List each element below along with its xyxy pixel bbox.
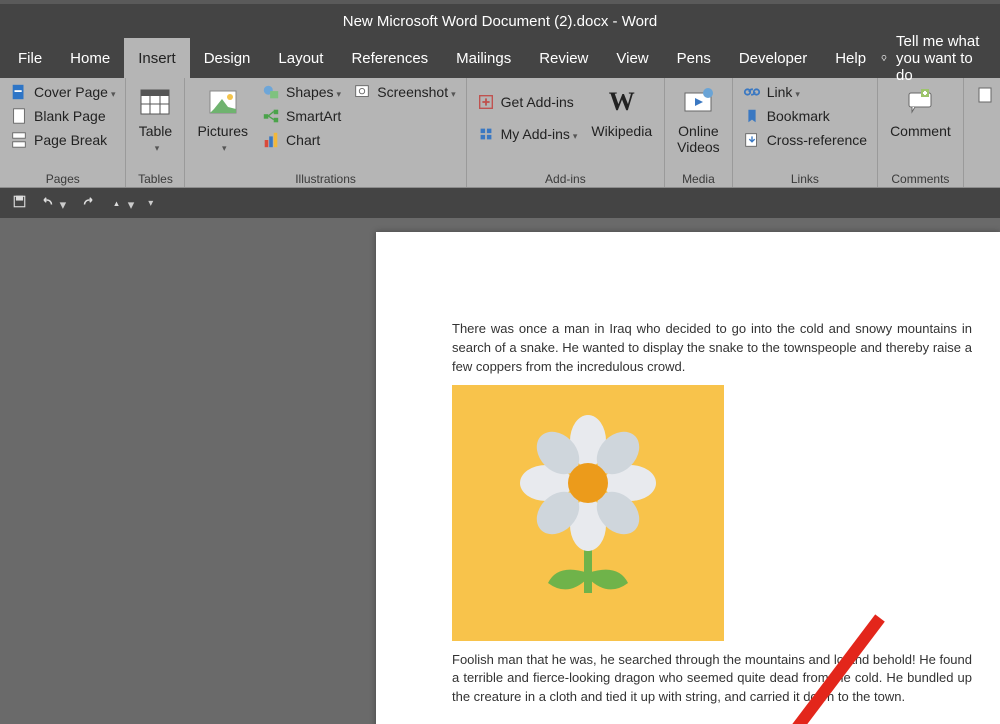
group-pages-label: Pages xyxy=(6,170,119,187)
tab-developer[interactable]: Developer xyxy=(725,38,821,78)
paragraph-1[interactable]: There was once a man in Iraq who decided… xyxy=(452,320,972,377)
group-links: Link Bookmark Cross-reference Links xyxy=(733,78,878,187)
group-pages: Cover Page Blank Page Page Break Pages xyxy=(0,78,126,187)
group-comments-label: Comments xyxy=(884,170,957,187)
tab-review[interactable]: Review xyxy=(525,38,602,78)
tab-mailings[interactable]: Mailings xyxy=(442,38,525,78)
qat-customize[interactable]: ▾ xyxy=(148,198,153,209)
group-illustrations: Pictures Shapes SmartArt Chart xyxy=(185,78,466,187)
comment-icon xyxy=(903,85,937,119)
document-title: New Microsoft Word Document (2).docx - W… xyxy=(343,13,658,30)
group-media-label: Media xyxy=(671,170,726,187)
smartart-icon xyxy=(262,107,280,125)
group-tables: Table Tables xyxy=(126,78,185,187)
shapes-icon xyxy=(262,83,280,101)
tab-design[interactable]: Design xyxy=(190,38,265,78)
undo-button[interactable]: ▾ xyxy=(41,194,66,213)
partial-button[interactable] xyxy=(970,81,1000,107)
ribbon: Cover Page Blank Page Page Break Pages T… xyxy=(0,78,1000,188)
online-videos-icon xyxy=(681,85,715,119)
tab-layout[interactable]: Layout xyxy=(264,38,337,78)
get-addins-icon xyxy=(477,93,495,111)
my-addins-button[interactable]: My Add-ins xyxy=(473,123,582,145)
group-tables-label: Tables xyxy=(132,170,178,187)
bookmark-button[interactable]: Bookmark xyxy=(739,105,871,127)
group-addins: Get Add-ins My Add-ins W Wikipedia Add-i… xyxy=(467,78,665,187)
group-comments: Comment Comments xyxy=(878,78,964,187)
paragraph-2[interactable]: Foolish man that he was, he searched thr… xyxy=(452,651,972,708)
link-icon xyxy=(743,83,761,101)
comment-button[interactable]: Comment xyxy=(884,81,957,143)
cover-page-icon xyxy=(10,83,28,101)
tab-references[interactable]: References xyxy=(337,38,442,78)
titlebar: New Microsoft Word Document (2).docx - W… xyxy=(0,0,1000,38)
pictures-icon xyxy=(206,85,240,119)
inserted-image[interactable] xyxy=(452,385,724,641)
blank-page-button[interactable]: Blank Page xyxy=(6,105,119,127)
online-videos-button[interactable]: Online Videos xyxy=(671,81,726,159)
lightbulb-icon xyxy=(880,50,888,66)
touch-mode-button[interactable]: ▾ xyxy=(109,194,134,213)
chart-button[interactable]: Chart xyxy=(258,129,345,151)
blank-page-icon xyxy=(10,107,28,125)
menubar: File Home Insert Design Layout Reference… xyxy=(0,38,1000,78)
group-partial xyxy=(964,78,1000,187)
smartart-button[interactable]: SmartArt xyxy=(258,105,345,127)
tab-home[interactable]: Home xyxy=(56,38,124,78)
group-links-label: Links xyxy=(739,170,871,187)
tab-view[interactable]: View xyxy=(602,38,662,78)
table-icon xyxy=(138,85,172,119)
group-addins-label: Add-ins xyxy=(473,170,658,187)
tell-me[interactable]: Tell me what you want to do xyxy=(880,38,996,78)
link-button[interactable]: Link xyxy=(739,81,871,103)
shapes-button[interactable]: Shapes xyxy=(258,81,345,103)
pictures-button[interactable]: Pictures xyxy=(191,81,254,157)
group-illustrations-label: Illustrations xyxy=(191,170,459,187)
cover-page-button[interactable]: Cover Page xyxy=(6,81,119,103)
page-break-icon xyxy=(10,131,28,149)
tab-file[interactable]: File xyxy=(4,38,56,78)
chart-icon xyxy=(262,131,280,149)
flower-icon xyxy=(508,403,668,623)
get-addins-button[interactable]: Get Add-ins xyxy=(473,91,582,113)
redo-button[interactable] xyxy=(80,194,95,212)
document-page[interactable]: There was once a man in Iraq who decided… xyxy=(376,232,1000,724)
tab-pens[interactable]: Pens xyxy=(663,38,725,78)
tell-me-label: Tell me what you want to do xyxy=(896,33,988,84)
bookmark-icon xyxy=(743,107,761,125)
my-addins-icon xyxy=(477,125,495,143)
partial-icon xyxy=(976,85,994,103)
cross-reference-icon xyxy=(743,131,761,149)
screenshot-icon xyxy=(353,83,371,101)
screenshot-button[interactable]: Screenshot xyxy=(349,81,459,103)
cross-reference-button[interactable]: Cross-reference xyxy=(739,129,871,151)
workspace: There was once a man in Iraq who decided… xyxy=(0,218,1000,724)
group-media: Online Videos Media xyxy=(665,78,733,187)
page-break-button[interactable]: Page Break xyxy=(6,129,119,151)
save-button[interactable] xyxy=(12,194,27,212)
wikipedia-icon: W xyxy=(605,85,639,119)
tab-help[interactable]: Help xyxy=(821,38,880,78)
quick-access-toolbar: ▾ ▾ ▾ xyxy=(0,188,1000,218)
tab-insert[interactable]: Insert xyxy=(124,38,190,78)
table-button[interactable]: Table xyxy=(132,81,178,157)
wikipedia-button[interactable]: W Wikipedia xyxy=(585,81,658,143)
